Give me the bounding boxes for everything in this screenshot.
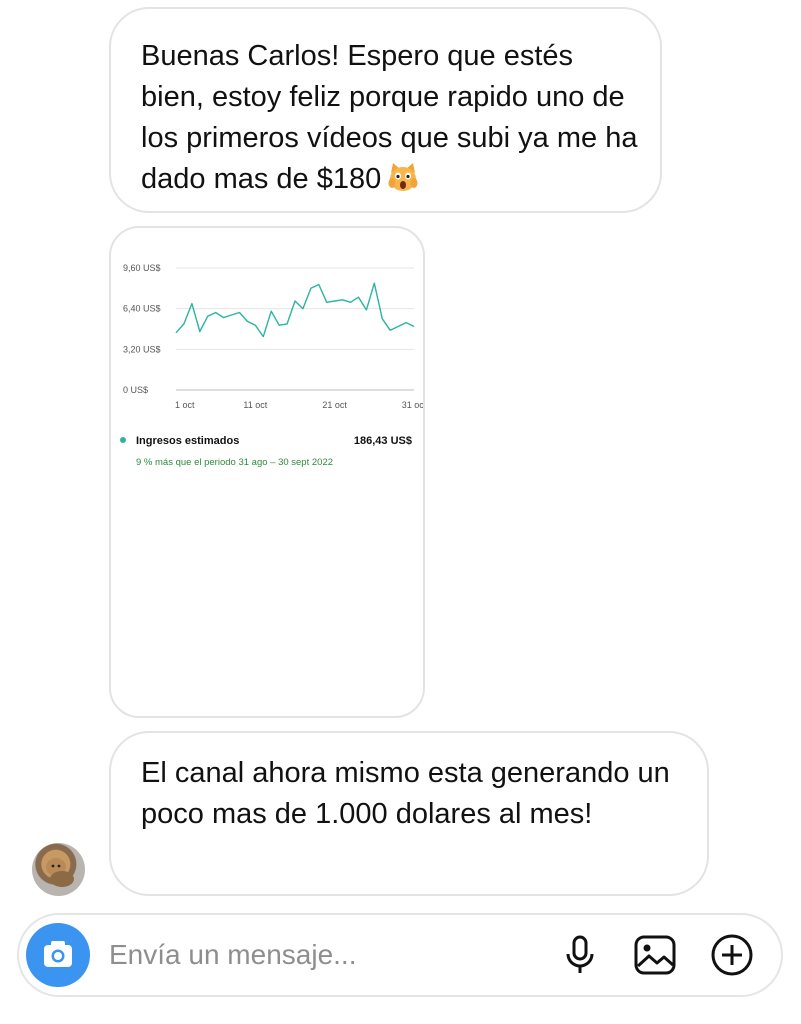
legend-dot	[120, 437, 126, 443]
message-bubble-incoming[interactable]: Buenas Carlos! Espero que estés bien, es…	[109, 7, 662, 213]
avatar-photo	[46, 858, 74, 887]
y-tick-label: 3,20 US$	[123, 344, 161, 354]
avatar[interactable]	[32, 843, 85, 896]
legend-comparison: 9 % más que el periodo 31 ago – 30 sept …	[136, 457, 334, 468]
camera-icon	[44, 941, 72, 967]
x-tick-label: 31 oct	[402, 400, 425, 410]
legend-label: Ingresos estimados	[136, 435, 240, 447]
legend-value: 186,43 US$	[353, 435, 412, 447]
microphone-icon[interactable]	[558, 933, 602, 977]
y-tick-label: 0 US$	[123, 385, 148, 395]
y-tick-label: 6,40 US$	[123, 304, 161, 314]
gallery-icon[interactable]	[633, 933, 677, 977]
image-message-earnings-screenshot[interactable]: 9,60 US$ 6,40 US$ 3,20 US$ 0 US$ 1 oct 11 oct…	[109, 226, 425, 718]
series-line	[175, 282, 415, 338]
scream-cat-emoji-icon	[388, 163, 418, 191]
x-tick-label: 21 oct	[322, 400, 347, 410]
message-bubble-incoming[interactable]: El canal ahora mismo esta generando un p…	[109, 731, 709, 896]
earnings-line-chart: 9,60 US$ 6,40 US$ 3,20 US$ 0 US$ 1 oct 11 oct…	[123, 263, 425, 410]
message-composer: Envía un mensaje...	[17, 913, 783, 997]
message-input[interactable]: Envía un mensaje...	[109, 939, 356, 971]
camera-button[interactable]	[26, 923, 90, 987]
x-tick-label: 11 oct	[243, 400, 267, 410]
message-text: Buenas Carlos! Espero que estés bien, es…	[141, 40, 638, 195]
plus-circle-icon[interactable]	[710, 933, 754, 977]
y-tick-label: 9,60 US$	[123, 263, 161, 273]
message-text: El canal ahora mismo esta generando un p…	[141, 757, 670, 830]
x-tick-label: 1 oct	[175, 400, 195, 410]
